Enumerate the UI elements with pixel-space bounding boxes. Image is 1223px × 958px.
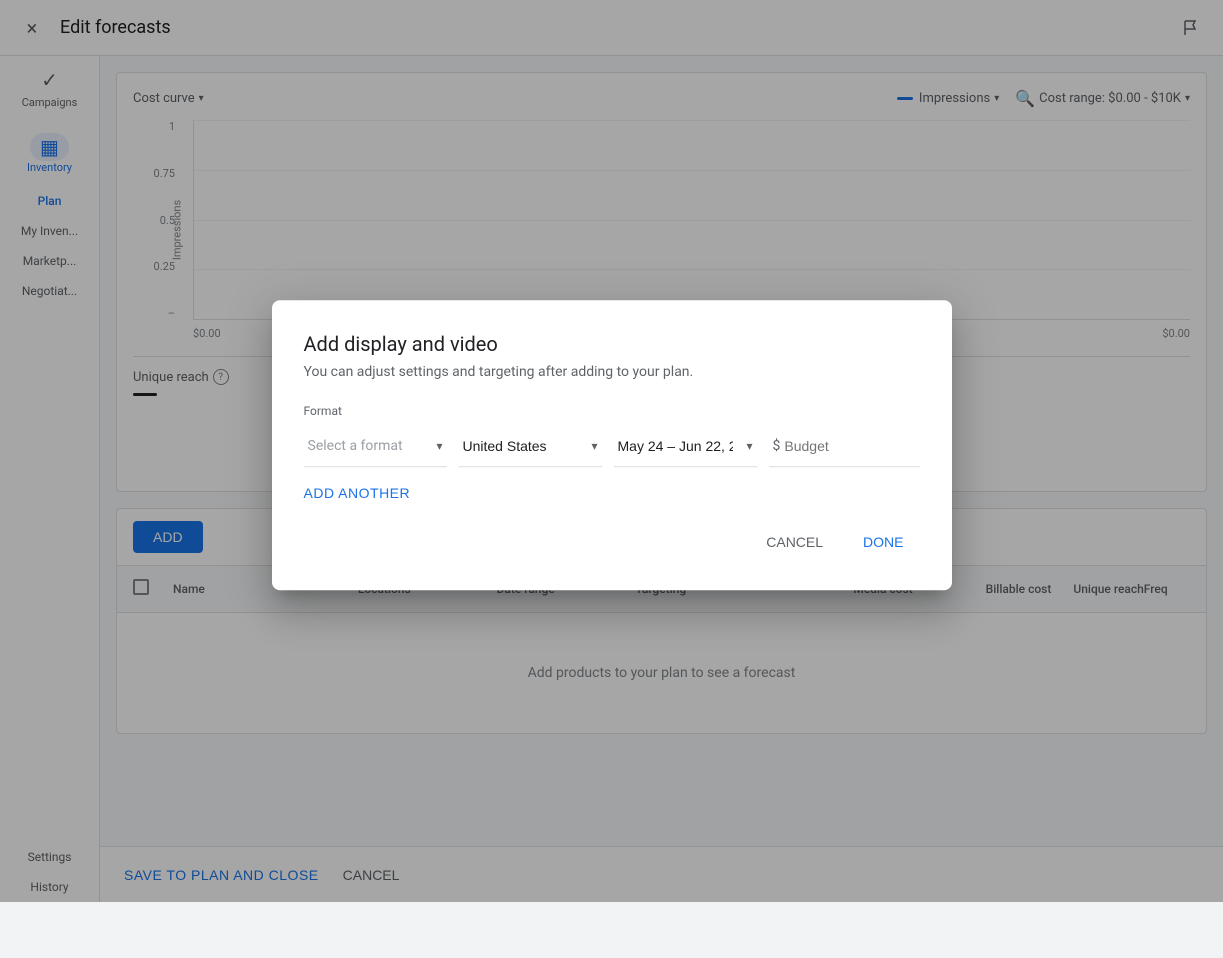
add-another-button[interactable]: ADD ANOTHER xyxy=(304,485,411,501)
date-range-select-wrapper: May 24 – Jun 22, 2... ▾ xyxy=(614,426,757,467)
add-display-video-modal: Add display and video You can adjust set… xyxy=(272,300,952,590)
modal-title: Add display and video xyxy=(304,332,920,356)
modal-cancel-button[interactable]: CANCEL xyxy=(750,526,839,558)
modal-actions: CANCEL DONE xyxy=(304,526,920,558)
format-select[interactable]: Display Video Audio xyxy=(304,426,447,466)
location-select-wrapper: United States Canada United Kingdom ▾ xyxy=(459,426,602,467)
budget-symbol: $ xyxy=(773,438,781,454)
format-label: Format xyxy=(304,404,920,418)
modal-form-row: Display Video Audio Select a format ▾ Un… xyxy=(304,426,920,467)
location-select[interactable]: United States Canada United Kingdom xyxy=(459,426,602,466)
format-select-wrapper: Display Video Audio Select a format ▾ xyxy=(304,426,447,467)
budget-input[interactable] xyxy=(784,438,915,454)
budget-field: $ xyxy=(769,427,920,467)
modal-done-button[interactable]: DONE xyxy=(847,526,919,558)
modal-subtitle: You can adjust settings and targeting af… xyxy=(304,364,920,380)
date-range-select[interactable]: May 24 – Jun 22, 2... xyxy=(614,426,757,466)
